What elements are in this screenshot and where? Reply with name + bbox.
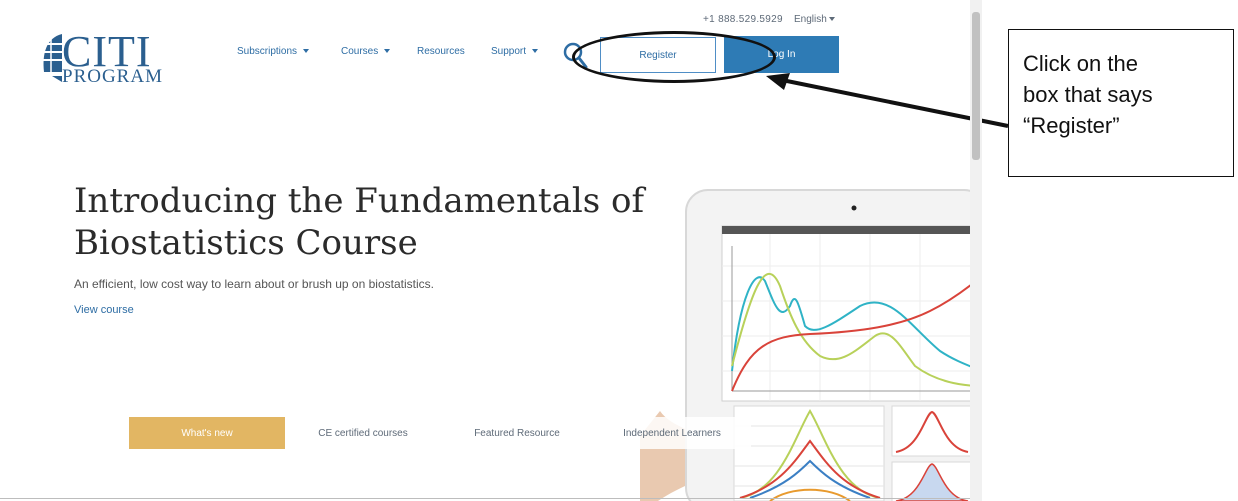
logo-subtext: PROGRAM [62, 66, 163, 87]
nav-resources[interactable]: Resources [417, 46, 465, 57]
chevron-down-icon [303, 49, 310, 54]
nav-label: Subscriptions [237, 46, 298, 57]
phone-number[interactable]: +1 888.529.5929 [703, 14, 783, 25]
citi-logo[interactable]: CITI PROGRAM [40, 27, 170, 90]
tab-whats-new[interactable]: What's new [129, 417, 285, 449]
scrollbar-thumb[interactable] [972, 12, 980, 160]
callout-line: “Register” [1023, 113, 1120, 138]
tab-ce-certified-courses[interactable]: CE certified courses [285, 417, 441, 449]
instruction-callout: Click on the box that says “Register” [1008, 29, 1234, 177]
globe-mark-icon [42, 34, 62, 82]
tab-featured-resource[interactable]: Featured Resource [441, 417, 593, 449]
annotation-circle [572, 31, 776, 83]
tablet-illustration [640, 189, 970, 501]
hero-title: Introducing the Fundamentals of Biostati… [74, 180, 694, 264]
nav-label: Resources [417, 46, 465, 57]
content-tabs: What's new CE certified courses Featured… [129, 417, 751, 449]
chevron-down-icon [828, 17, 835, 22]
divider [0, 498, 970, 499]
nav-support[interactable]: Support [491, 46, 539, 57]
hero-title-line: Introducing the Fundamentals of [74, 181, 645, 221]
tab-independent-learners[interactable]: Independent Learners [593, 417, 751, 449]
view-course-link[interactable]: View course [74, 304, 134, 316]
callout-line: Click on the [1023, 51, 1138, 76]
chevron-down-icon [532, 49, 539, 54]
chevron-down-icon [384, 49, 391, 54]
nav-label: Courses [341, 46, 379, 57]
callout-line: box that says [1023, 82, 1153, 107]
language-selector[interactable]: English [794, 14, 835, 25]
language-label: English [794, 14, 827, 25]
nav-label: Support [491, 46, 527, 57]
hero-subtitle: An efficient, low cost way to learn abou… [74, 277, 434, 291]
nav-subscriptions[interactable]: Subscriptions [237, 46, 310, 57]
hero-title-line: Biostatistics Course [74, 223, 418, 263]
nav-courses[interactable]: Courses [341, 46, 391, 57]
